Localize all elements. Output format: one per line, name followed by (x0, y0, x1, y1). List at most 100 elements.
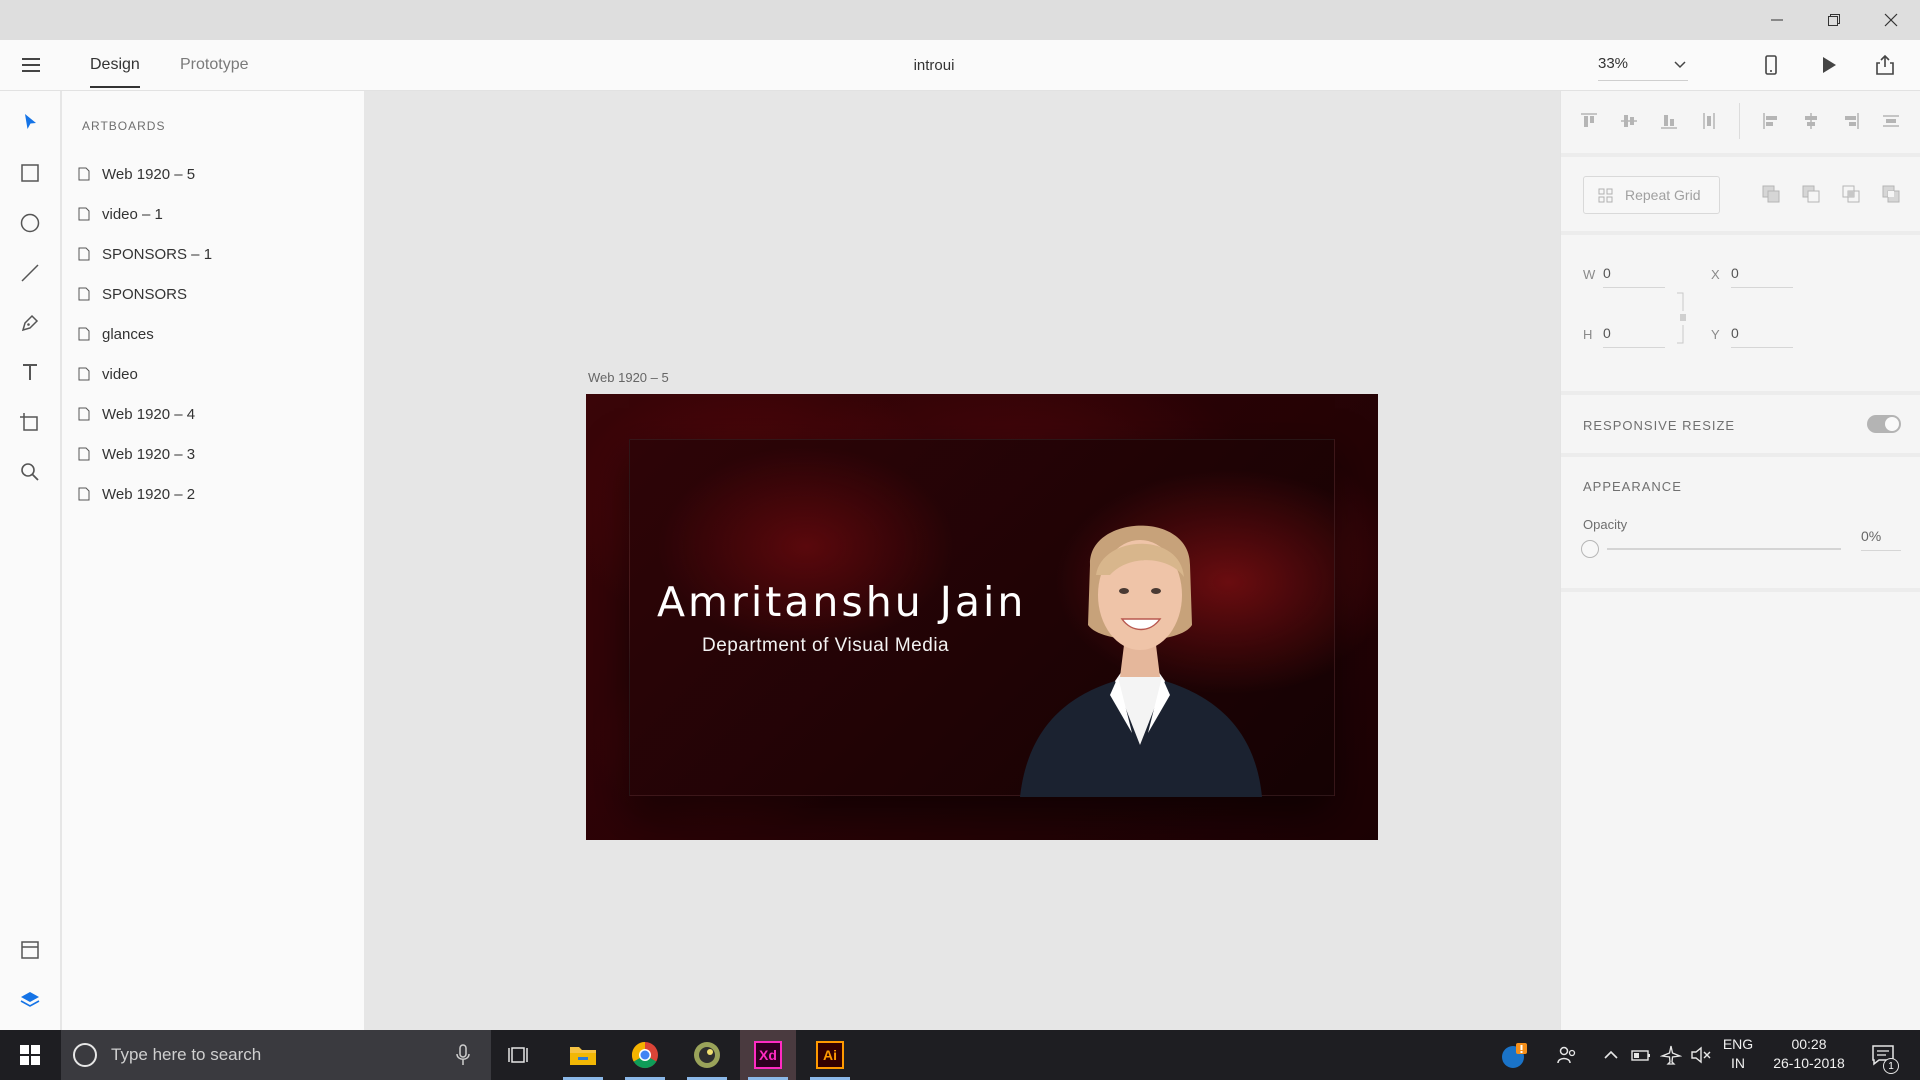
intersect-shape-icon[interactable] (1841, 184, 1861, 204)
play-icon[interactable] (1817, 54, 1839, 76)
layers-icon[interactable] (19, 989, 41, 1011)
page-icon (78, 407, 90, 421)
volume-muted-icon[interactable] (1690, 1044, 1712, 1066)
y-label: Y (1711, 327, 1720, 342)
artboard-item[interactable]: video – 1 (78, 199, 348, 229)
windows-logo-icon (20, 1045, 40, 1065)
align-divider (1739, 103, 1740, 139)
notification-badge: 1 (1883, 1058, 1899, 1074)
align-center-icon[interactable] (1801, 111, 1821, 131)
artboard-item[interactable]: video (78, 359, 348, 389)
distribute-horizontal-icon[interactable] (1881, 111, 1901, 131)
artboard-item-label: video (102, 365, 138, 383)
pen-icon[interactable] (19, 312, 41, 334)
artboard-item[interactable]: SPONSORS – 1 (78, 239, 348, 269)
restore-button[interactable] (1805, 0, 1862, 40)
adobe-illustrator-button[interactable]: Ai (802, 1030, 858, 1080)
section-divider (1561, 588, 1920, 592)
game-app-button[interactable] (679, 1030, 735, 1080)
artboard-title[interactable]: Web 1920 – 5 (588, 370, 669, 385)
responsive-resize-toggle[interactable] (1867, 415, 1901, 433)
design-canvas[interactable]: Web 1920 – 5 Amritanshu Jain Department … (366, 91, 1560, 1030)
file-explorer-icon (570, 1047, 596, 1065)
artboard-item-label: Web 1920 – 5 (102, 165, 196, 183)
artboard-item[interactable]: glances (78, 319, 348, 349)
line-icon[interactable] (19, 262, 41, 284)
artboard-speaker-name: Amritanshu Jain (657, 578, 1027, 626)
artboards-heading: ARTBOARDS (82, 119, 166, 133)
people-icon[interactable] (1556, 1044, 1578, 1066)
zoom-icon[interactable] (19, 461, 41, 483)
artboard-item[interactable]: Web 1920 – 4 (78, 399, 348, 429)
airplane-mode-icon[interactable] (1660, 1044, 1682, 1066)
opacity-slider-thumb[interactable] (1581, 540, 1599, 558)
share-icon[interactable] (1874, 54, 1896, 76)
adobe-illustrator-label: Ai (823, 1047, 837, 1063)
align-right-icon[interactable] (1841, 111, 1861, 131)
language-indicator[interactable]: ENG IN (1718, 1036, 1758, 1071)
ellipse-icon[interactable] (19, 212, 41, 234)
artboard-department: Department of Visual Media (702, 635, 950, 656)
subtract-shape-icon[interactable] (1801, 184, 1821, 204)
select-icon[interactable] (19, 111, 41, 133)
speaker-portrait (1020, 525, 1262, 797)
adobe-xd-button[interactable]: Xd (740, 1030, 796, 1080)
align-top-icon[interactable] (1579, 111, 1599, 131)
opacity-slider-track[interactable] (1607, 548, 1841, 550)
text-icon[interactable] (19, 361, 41, 383)
x-label: X (1711, 267, 1720, 282)
taskbar-search-box[interactable]: Type here to search (61, 1030, 491, 1080)
height-field[interactable]: 0 (1603, 325, 1665, 348)
window-title-bar (0, 0, 1920, 40)
artboard-item[interactable]: Web 1920 – 2 (78, 479, 348, 509)
add-shape-icon[interactable] (1761, 184, 1781, 204)
clock[interactable]: 00:28 26-10-2018 (1764, 1036, 1854, 1071)
align-left-icon[interactable] (1761, 111, 1781, 131)
chrome-icon (631, 1041, 658, 1069)
battery-icon[interactable] (1630, 1044, 1652, 1066)
chevron-down-icon[interactable] (1673, 57, 1687, 71)
opacity-value-field[interactable]: 0% (1861, 528, 1901, 551)
chrome-button[interactable] (617, 1030, 673, 1080)
y-field[interactable]: 0 (1731, 325, 1793, 348)
width-field[interactable]: 0 (1603, 265, 1665, 288)
search-placeholder: Type here to search (111, 1045, 262, 1064)
start-button[interactable] (0, 1030, 60, 1080)
device-preview-icon[interactable] (1760, 54, 1782, 76)
minimize-button[interactable] (1748, 0, 1805, 40)
artboard-item[interactable]: SPONSORS (78, 279, 348, 309)
repeat-grid-button[interactable]: Repeat Grid (1583, 176, 1720, 214)
artboard-item[interactable]: Web 1920 – 3 (78, 439, 348, 469)
appearance-heading: APPEARANCE (1583, 479, 1682, 494)
task-view-button[interactable] (492, 1030, 548, 1080)
chevron-up-icon[interactable] (1600, 1044, 1622, 1066)
opacity-label: Opacity (1583, 517, 1628, 532)
zoom-level[interactable]: 33% (1598, 55, 1628, 72)
rectangle-icon[interactable] (19, 162, 41, 184)
close-button[interactable] (1862, 0, 1919, 40)
page-icon (78, 287, 90, 301)
windows-taskbar: Type here to search Xd Ai ENG IN 00:28 2… (0, 1030, 1920, 1080)
artboard-icon[interactable] (19, 411, 41, 433)
assets-icon[interactable] (19, 939, 41, 961)
align-middle-icon[interactable] (1619, 111, 1639, 131)
align-bottom-icon[interactable] (1659, 111, 1679, 131)
artboard-item-label: video – 1 (102, 205, 163, 223)
exclude-shape-icon[interactable] (1881, 184, 1901, 204)
clock-time: 00:28 (1791, 1036, 1827, 1052)
repeat-grid-label: Repeat Grid (1625, 187, 1701, 203)
game-app-icon (694, 1042, 720, 1068)
close-icon (1884, 13, 1897, 27)
artboard-item-label: Web 1920 – 2 (102, 485, 196, 503)
update-alert-icon[interactable] (1500, 1042, 1528, 1070)
microphone-icon[interactable] (455, 1044, 471, 1066)
lock-aspect-icon[interactable] (1675, 289, 1689, 349)
section-divider (1561, 453, 1920, 457)
notification-count: 1 (1888, 1060, 1894, 1072)
artboard-item[interactable]: Web 1920 – 5 (78, 159, 348, 189)
x-field[interactable]: 0 (1731, 265, 1793, 288)
artboard[interactable]: Amritanshu Jain Department of Visual Med… (586, 394, 1378, 840)
task-view-icon (508, 1047, 528, 1063)
distribute-vertical-icon[interactable] (1699, 111, 1719, 131)
file-explorer-button[interactable] (555, 1030, 611, 1080)
